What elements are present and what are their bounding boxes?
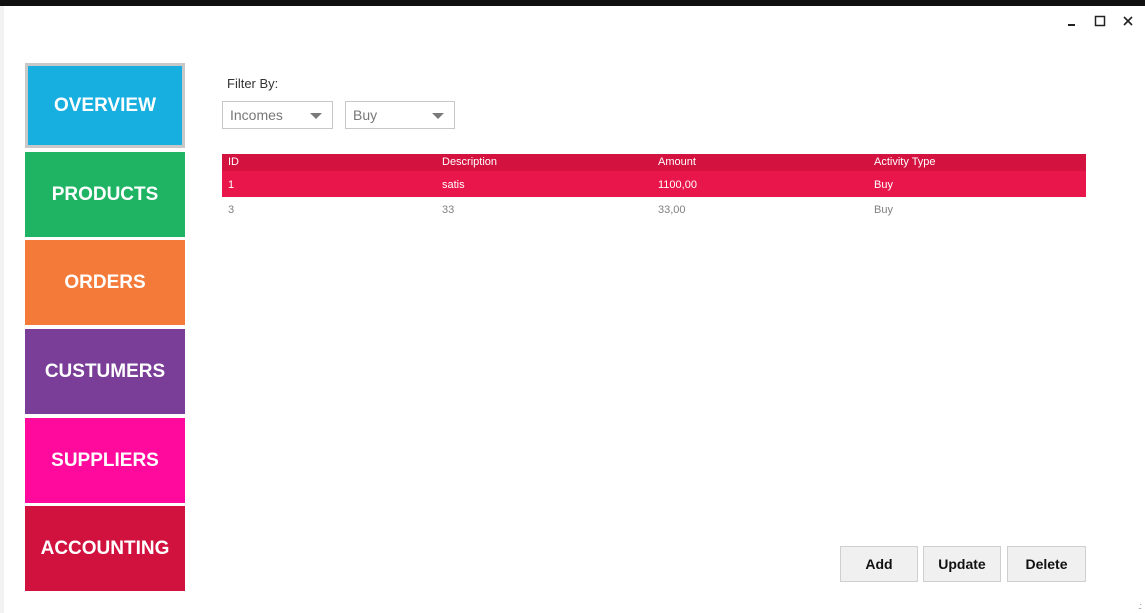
delete-button[interactable]: Delete bbox=[1007, 546, 1086, 582]
nav-tile-overview[interactable]: OVERVIEW bbox=[25, 63, 185, 148]
window-controls bbox=[1065, 14, 1135, 28]
filter-type-value: Incomes bbox=[230, 107, 283, 123]
filter-label: Filter By: bbox=[227, 76, 279, 91]
nav-tile-products[interactable]: PRODUCTS bbox=[25, 152, 185, 237]
cell-id: 3 bbox=[228, 204, 235, 216]
cell-description: 33 bbox=[442, 204, 455, 216]
cell-activity-type: Buy bbox=[874, 204, 893, 216]
cell-activity-type: Buy bbox=[874, 179, 893, 191]
nav-tile-orders[interactable]: ORDERS bbox=[25, 240, 185, 325]
nav-label: PRODUCTS bbox=[51, 183, 159, 205]
column-header-amount[interactable]: Amount bbox=[658, 156, 696, 168]
column-header-activity-type[interactable]: Activity Type bbox=[874, 156, 936, 168]
chevron-down-icon bbox=[432, 113, 444, 119]
resize-grip-icon[interactable]: .: bbox=[1138, 602, 1142, 611]
grid-header-row: ID Description Amount Activity Type bbox=[222, 154, 1086, 171]
close-icon[interactable] bbox=[1121, 14, 1135, 28]
filter-type-select[interactable]: Incomes bbox=[222, 101, 333, 129]
window-top-border bbox=[0, 0, 1145, 6]
cell-id: 1 bbox=[228, 179, 235, 191]
chevron-down-icon bbox=[310, 113, 322, 119]
window-left-edge bbox=[0, 6, 4, 613]
cell-description: satis bbox=[442, 179, 465, 191]
cell-amount: 1100,00 bbox=[658, 179, 697, 191]
cell-amount: 33,00 bbox=[658, 204, 686, 216]
filter-activity-select[interactable]: Buy bbox=[345, 101, 455, 129]
nav-label: CUSTUMERS bbox=[44, 360, 166, 382]
nav-tile-accounting[interactable]: ACCOUNTING bbox=[25, 506, 185, 591]
nav-tile-suppliers[interactable]: SUPPLIERS bbox=[25, 418, 185, 503]
transactions-grid[interactable]: ID Description Amount Activity Type 1 sa… bbox=[222, 154, 1086, 219]
column-header-id[interactable]: ID bbox=[228, 156, 239, 168]
filter-activity-value: Buy bbox=[353, 107, 378, 123]
nav-label: ACCOUNTING bbox=[40, 537, 170, 559]
nav-label: OVERVIEW bbox=[53, 94, 157, 116]
column-header-description[interactable]: Description bbox=[442, 156, 497, 168]
nav-label: SUPPLIERS bbox=[51, 449, 159, 471]
nav-label: ORDERS bbox=[64, 271, 146, 293]
add-button[interactable]: Add bbox=[840, 546, 918, 582]
table-row[interactable]: 3 33 33,00 Buy bbox=[222, 197, 1086, 219]
nav-tile-custumers[interactable]: CUSTUMERS bbox=[25, 329, 185, 414]
maximize-icon[interactable] bbox=[1093, 14, 1107, 28]
update-button[interactable]: Update bbox=[923, 546, 1001, 582]
table-row[interactable]: 1 satis 1100,00 Buy bbox=[222, 171, 1086, 197]
minimize-icon[interactable] bbox=[1065, 14, 1079, 28]
